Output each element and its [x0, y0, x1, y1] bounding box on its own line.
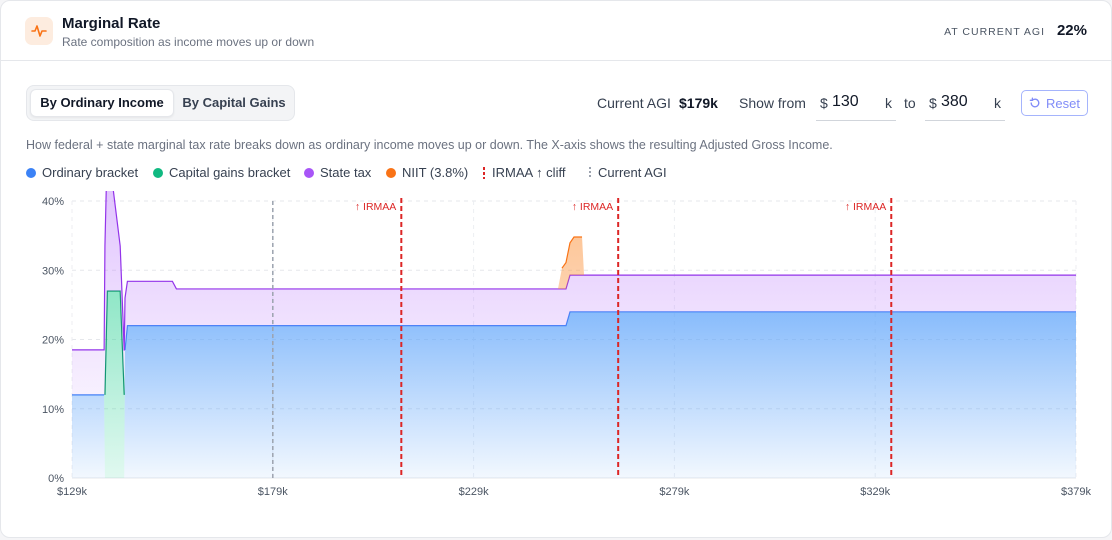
current-agi-value: $179k [679, 95, 718, 111]
y-tick-label: 10% [42, 404, 64, 416]
legend-swatch [589, 166, 591, 179]
refresh-icon [1029, 97, 1040, 108]
legend-label: Capital gains bracket [169, 165, 291, 180]
current-agi-label: Current AGI [597, 95, 671, 111]
tab-by-ordinary-income[interactable]: By Ordinary Income [30, 89, 174, 117]
card-header: Marginal Rate Rate composition as income… [1, 1, 1111, 61]
marginal-rate-chart: ↑ IRMAA ↑ IRMAA ↑ IRMAA 0% 10% 20% 30% 40% $129k… [42, 191, 1091, 498]
legend-swatch [26, 167, 36, 178]
y-tick-label: 40% [42, 196, 64, 208]
tab-by-capital-gains[interactable]: By Capital Gains [177, 89, 291, 117]
legend-swatch [386, 167, 396, 178]
current-agi-rate-value: 22% [1056, 22, 1087, 39]
y-tick-label: 0% [48, 473, 64, 485]
reset-label: Reset [1046, 95, 1080, 111]
legend-label: Ordinary bracket [42, 165, 139, 180]
card-title: Marginal Rate [62, 15, 161, 32]
legend-ordinary-bracket: Ordinary bracket [26, 165, 138, 180]
irmaa-cliff-label: ↑ IRMAA [845, 201, 886, 213]
show-from-label: Show from [739, 95, 806, 111]
from-value: 130 [832, 93, 859, 110]
from-unit: k [885, 95, 892, 111]
to-label: to [904, 95, 916, 111]
to-unit: k [994, 95, 1001, 111]
x-tick-label: $329k [860, 486, 890, 498]
legend-irmaa-cliff: IRMAA ↑ cliff [483, 165, 565, 180]
current-agi-rate-label: AT CURRENT AGI [944, 26, 1045, 38]
x-tick-label: $229k [459, 486, 489, 498]
to-input[interactable]: $ 380 k [925, 87, 1005, 121]
legend-label: IRMAA ↑ cliff [492, 165, 566, 180]
activity-icon [25, 17, 53, 45]
legend-label: State tax [320, 165, 372, 180]
legend-label: NIIT (3.8%) [402, 165, 469, 180]
y-tick-label: 30% [42, 265, 64, 277]
from-currency: $ [820, 95, 828, 111]
legend-swatch [304, 167, 314, 178]
series-ordinary-bracket-area [72, 311, 1076, 478]
reset-button[interactable]: Reset [1021, 90, 1088, 116]
x-tick-label: $379k [1061, 486, 1091, 498]
x-tick-label: $129k [57, 486, 87, 498]
legend-swatch [153, 167, 163, 178]
legend-niit: NIIT (3.8%) [386, 165, 468, 180]
irmaa-cliff-label: ↑ IRMAA [572, 201, 613, 213]
mode-tabs: By Ordinary Income By Capital Gains [26, 85, 295, 121]
legend-current-agi: Current AGI [589, 165, 667, 180]
from-input[interactable]: $ 130 k [816, 87, 896, 121]
legend-swatch [483, 166, 485, 179]
legend-state-tax: State tax [304, 165, 371, 180]
to-currency: $ [929, 95, 937, 111]
to-value: 380 [941, 93, 968, 110]
card-subtitle: Rate composition as income moves up or d… [62, 35, 315, 49]
x-tick-label: $179k [258, 486, 288, 498]
y-tick-label: 20% [42, 335, 64, 347]
chart-description: How federal + state marginal tax rate br… [26, 138, 833, 152]
legend-capital-gains-bracket: Capital gains bracket [153, 165, 290, 180]
legend-label: Current AGI [598, 165, 667, 180]
irmaa-cliff-label: ↑ IRMAA [355, 201, 396, 213]
marginal-rate-card: Marginal Rate Rate composition as income… [0, 0, 1112, 538]
x-tick-label: $279k [659, 486, 689, 498]
